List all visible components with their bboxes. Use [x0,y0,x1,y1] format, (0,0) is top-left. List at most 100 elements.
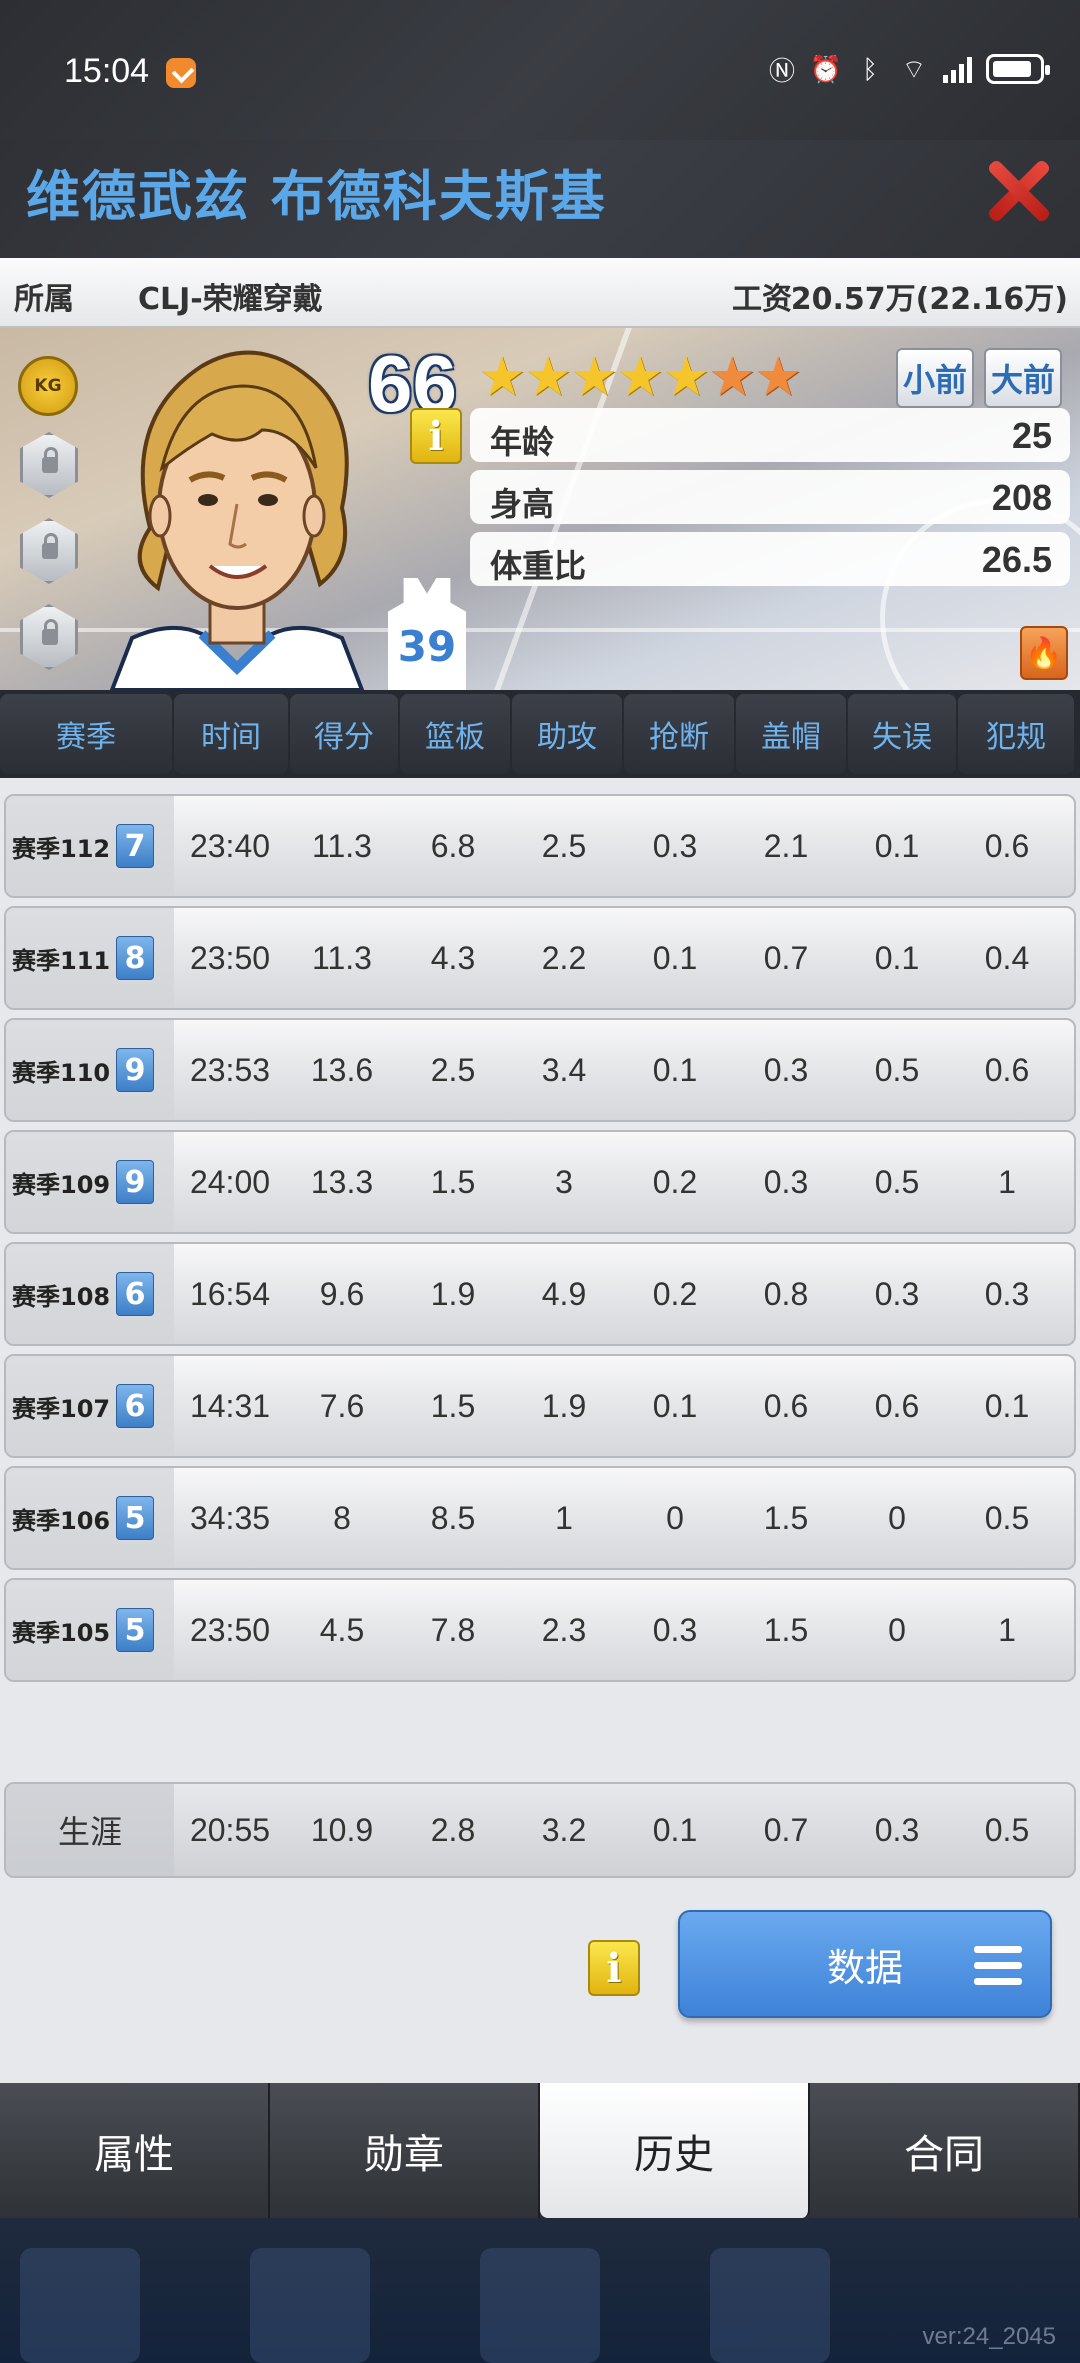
season-cell: 赛季109 9 [6,1132,174,1232]
season-cell: 赛季110 9 [6,1020,174,1120]
attribute-label: 体重比 [490,547,587,585]
bluetooth-icon: ᛒ [862,53,878,84]
table-cell: 0.2 [652,1275,698,1312]
career-row: 生涯 20:55 10.9 2.8 3.2 0.1 0.7 0.3 0.5 [4,1782,1076,1878]
attribute-label: 身高 [490,485,555,523]
background-decoration [710,2248,830,2363]
table-cell: 0.2 [652,1163,698,1200]
lock-icon[interactable] [20,518,78,584]
table-cell: 0.1 [652,1387,698,1424]
table-cell: 0.3 [652,827,698,864]
info-icon[interactable]: i [410,408,462,464]
season-level-badge: 6 [116,1272,155,1316]
table-cell: 13.3 [310,1163,374,1200]
header-fouls[interactable]: 犯规 [958,694,1074,774]
attribute-label: 年龄 [490,423,555,461]
table-row[interactable]: 赛季111 8 23:50 11.3 4.3 2.2 0.1 0.7 0.1 0.4 [4,906,1076,1010]
season-name: 赛季109 [12,1170,111,1199]
fire-icon[interactable]: 🔥 [1020,626,1068,680]
table-cell: 0.8 [763,1275,809,1312]
star-icon: ★ [478,345,527,408]
table-cell: 1.5 [430,1163,476,1200]
season-cell: 赛季105 5 [6,1580,174,1680]
small-forward-button[interactable]: 小前 [896,348,974,408]
career-cell: 0.3 [874,1811,920,1848]
tab-history[interactable]: 历史 [540,2083,810,2218]
career-label: 生涯 [6,1784,174,1876]
close-button[interactable] [982,154,1054,226]
footer: ver:24_2045 [0,2218,1080,2363]
salary-value: 20.57万(22.16万) [790,282,1068,317]
header-time[interactable]: 时间 [174,694,288,774]
table-cell: 3.4 [541,1051,587,1088]
alarm-icon: ⏰ [809,53,843,84]
season-cell: 赛季112 7 [6,796,174,896]
table-cell: 6.8 [430,827,476,864]
career-cell: 10.9 [310,1811,374,1848]
player-portrait [109,350,365,690]
table-cell: 2.3 [541,1611,587,1648]
player-panel: 所属 CLJ-荣耀穿戴 工资 20.57万(22.16万) KG 39 66 ★… [0,258,1080,2083]
header-rebounds[interactable]: 篮板 [400,694,510,774]
header-assists[interactable]: 助攻 [512,694,622,774]
season-level-badge: 6 [116,1384,155,1428]
table-row[interactable]: 赛季108 6 16:54 9.6 1.9 4.9 0.2 0.8 0.3 0.3 [4,1242,1076,1346]
tab-attributes[interactable]: 属性 [0,2083,270,2218]
lock-icon[interactable] [20,604,78,670]
header-steals[interactable]: 抢断 [624,694,734,774]
table-cell: 7.6 [319,1387,365,1424]
career-cell: 0.7 [763,1811,809,1848]
table-cell: 0.5 [984,1499,1030,1536]
5g-signal-icon [943,55,972,83]
power-forward-button[interactable]: 大前 [984,348,1062,408]
header-points[interactable]: 得分 [290,694,398,774]
status-bar: 15:04 Ⓝ ⏰ ᛒ ⌔ [0,0,1080,140]
kg-badge-icon[interactable]: KG [18,356,78,416]
table-cell: 2.1 [763,827,809,864]
header-blocks[interactable]: 盖帽 [736,694,846,774]
table-row[interactable]: 赛季105 5 23:50 4.5 7.8 2.3 0.3 1.5 0 1 [4,1578,1076,1682]
table-cell: 2.5 [430,1051,476,1088]
star-icon: ★ [524,345,573,408]
table-cell: 0.6 [984,1051,1030,1088]
table-cell: 23:40 [189,827,271,864]
star-icon: ★ [616,345,665,408]
info-icon[interactable]: i [588,1940,640,1996]
table-cell: 0.6 [763,1387,809,1424]
table-cell: 1.5 [763,1499,809,1536]
table-row[interactable]: 赛季109 9 24:00 13.3 1.5 3 0.2 0.3 0.5 1 [4,1130,1076,1234]
table-row[interactable]: 赛季107 6 14:31 7.6 1.5 1.9 0.1 0.6 0.6 0.1 [4,1354,1076,1458]
data-button[interactable]: 数据 [678,1910,1052,2018]
table-cell: 34:35 [189,1499,271,1536]
table-row[interactable]: 赛季106 5 34:35 8 8.5 1 0 1.5 0 0.5 [4,1466,1076,1570]
player-name: 维德武兹 布德科夫斯基 [26,165,607,228]
lock-icon[interactable] [20,432,78,498]
career-cell: 0.5 [984,1811,1030,1848]
table-cell: 0 [888,1611,906,1648]
season-name: 赛季112 [12,834,111,863]
table-row[interactable]: 赛季110 9 23:53 13.6 2.5 3.4 0.1 0.3 0.5 0.6 [4,1018,1076,1122]
tab-medals[interactable]: 勋章 [270,2083,540,2218]
table-cell: 0.1 [652,939,698,976]
table-cell: 0.5 [874,1051,920,1088]
header-season[interactable]: 赛季 [0,694,172,774]
table-cell: 0.1 [874,939,920,976]
season-level-badge: 5 [116,1608,155,1652]
table-row[interactable]: 赛季112 7 23:40 11.3 6.8 2.5 0.3 2.1 0.1 0.6 [4,794,1076,898]
header-turnovers[interactable]: 失误 [848,694,956,774]
career-cell: 0.1 [652,1811,698,1848]
table-cell: 9.6 [319,1275,365,1312]
season-cell: 赛季107 6 [6,1356,174,1456]
table-cell: 2.5 [541,827,587,864]
table-cell: 1.5 [763,1611,809,1648]
table-cell: 13.6 [310,1051,374,1088]
status-icons: Ⓝ ⏰ ᛒ ⌔ [767,53,1050,86]
career-cell: 3.2 [541,1811,587,1848]
table-cell: 0 [666,1499,684,1536]
background-decoration [250,2248,370,2363]
table-cell: 8.5 [430,1499,476,1536]
star-icon: ★ [708,345,757,408]
table-cell: 0.3 [652,1611,698,1648]
tab-contract[interactable]: 合同 [810,2083,1080,2218]
table-cell: 2.2 [541,939,587,976]
